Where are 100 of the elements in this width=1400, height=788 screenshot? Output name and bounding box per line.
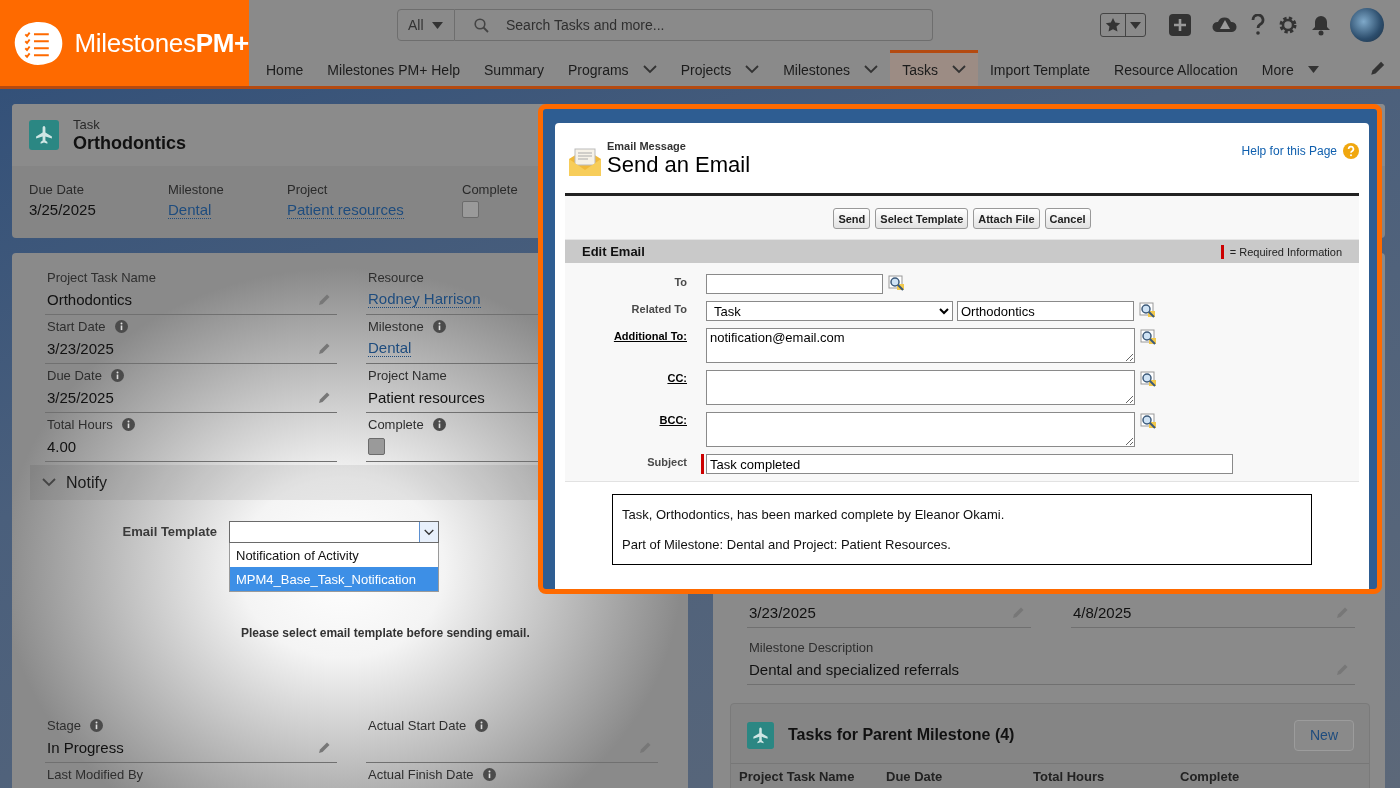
airplane-icon [29,120,59,150]
dropdown-option[interactable]: MPM4_Base_Task_Notification [230,567,438,591]
nav-tab[interactable]: Resource Allocation [1102,50,1250,86]
field-label: Resource [368,270,424,285]
dialog-button[interactable]: Select Template [875,208,969,229]
hint-text: Please select email template before sending email. [241,626,531,640]
help-icon [1343,143,1359,159]
nav-tab[interactable]: Home [254,50,316,86]
field-label: Complete [368,417,424,432]
lookup-icon[interactable] [888,275,905,292]
lookup-icon[interactable] [1140,329,1157,346]
field-label: To [673,275,687,290]
related-record-field[interactable]: Orthodontics [957,301,1134,321]
dialog-button[interactable]: Attach File [973,208,1040,229]
dropdown-option[interactable]: Notification of Activity [230,543,438,567]
field-label: Stage [47,718,81,733]
recipients-field[interactable] [706,370,1135,405]
section-header[interactable]: Notify [30,465,538,500]
star-icon[interactable] [1105,17,1121,33]
record-type: Task [73,116,101,132]
record-title: Orthodontics [73,132,186,154]
caret-down-icon[interactable] [431,21,443,29]
required-marker [1220,244,1224,259]
dialog-button[interactable]: Send [833,208,871,229]
nav-tab[interactable]: Summary [472,50,556,86]
pencil-icon[interactable] [1370,60,1386,76]
field-label[interactable]: Additional To: [565,328,687,363]
recipients-field[interactable] [706,412,1135,447]
field-value: 4.00 [47,437,77,455]
scope-dropdown[interactable]: All [397,9,455,41]
body-paragraph: Task, Orthodontics, has been marked complete by Eleanor Okami. [622,507,1006,522]
subject-field[interactable]: Task completed [706,454,1233,474]
checkbox[interactable] [368,437,385,455]
lookup-icon[interactable] [1140,371,1157,388]
avatar-icon[interactable] [1350,8,1384,42]
field-value: Dental and specialized referrals [749,660,960,678]
recipient-field[interactable] [706,274,883,294]
checkbox[interactable] [462,201,479,218]
help-icon[interactable] [1251,14,1265,36]
chevron-down-icon[interactable] [424,528,434,536]
field-label: Due Date [47,368,102,383]
field-link[interactable]: Dental [368,339,412,357]
help-link[interactable]: Help for this Page [1241,143,1359,159]
highlight-label: Due Date [29,182,85,197]
nav-tab[interactable]: Projects [668,50,772,86]
field-label: Milestone [368,319,424,334]
favorites-caret-icon[interactable] [1130,21,1141,29]
pencil-icon[interactable] [318,341,331,355]
field-label: Total Hours [47,417,113,432]
related-type-dropdown[interactable]: Task [706,301,953,321]
new-button[interactable]: New [1294,719,1354,751]
body-paragraph: Part of Milestone: Dental and Project: Patient Resources. [622,537,952,552]
field-label: Start Date [47,319,106,334]
dialog-button[interactable]: Cancel [1044,208,1091,229]
field-value: Orthodontics [47,290,133,308]
nav-tab[interactable]: Import Template [977,50,1103,86]
field-label: Project Task Name [47,270,156,285]
field-value: 3/23/2025 [749,603,816,621]
add-icon[interactable] [1169,14,1191,36]
dialog-title: Send an Email [607,152,751,178]
bell-icon[interactable] [1311,14,1331,36]
field-label[interactable]: CC: [565,370,687,405]
nav-tab[interactable]: More [1249,50,1331,86]
field-label: Actual Start Date [368,718,467,733]
related-list-title: Tasks for Parent Milestone (4) [788,726,1016,744]
recipients-field[interactable]: notification@email.com [706,328,1135,363]
nav-tab[interactable]: Tasks [890,50,978,86]
field-value: 3/25/2025 [47,388,114,406]
field-value: 3/23/2025 [47,339,114,357]
field-label: Milestone Description [749,640,874,655]
field-label: Actual Finish Date [368,767,474,782]
column-header: Complete [1180,769,1241,784]
caret-down-icon[interactable] [1307,66,1319,73]
field-label: Project Name [368,368,447,383]
required-legend: = Required Information [1229,245,1342,258]
field-link[interactable]: Rodney Harrison [368,290,481,308]
field-value: Patient resources [368,388,485,406]
airplane-icon [747,721,774,749]
field-label: Subject [646,455,687,470]
nav-tab[interactable]: Milestones [771,50,891,86]
pencil-icon[interactable] [318,390,331,404]
settings-icon[interactable] [1278,15,1298,35]
pencil-icon[interactable] [318,740,331,754]
field-label[interactable]: BCC: [565,412,687,447]
field-label: Last Modified By [47,767,144,782]
column-header: Due Date [886,769,944,784]
nav-tab[interactable]: Milestones PM+ Help [315,50,473,86]
template-dropdown[interactable] [229,521,439,543]
search-icon [474,18,489,33]
column-header: Project Task Name [739,769,856,784]
highlight-label: Milestone [168,182,225,197]
field-value: 4/8/2025 [1073,603,1132,621]
nav-tab[interactable]: Programs [555,50,669,86]
lookup-icon[interactable] [1139,302,1156,319]
envelope-icon [567,145,603,179]
section-title: Edit Email [582,244,646,259]
lookup-icon[interactable] [1140,413,1157,430]
field-label: Related To [630,302,687,317]
highlight-value: 3/25/2025 [29,201,97,218]
search-field[interactable]: Search Tasks and more... [455,9,933,41]
